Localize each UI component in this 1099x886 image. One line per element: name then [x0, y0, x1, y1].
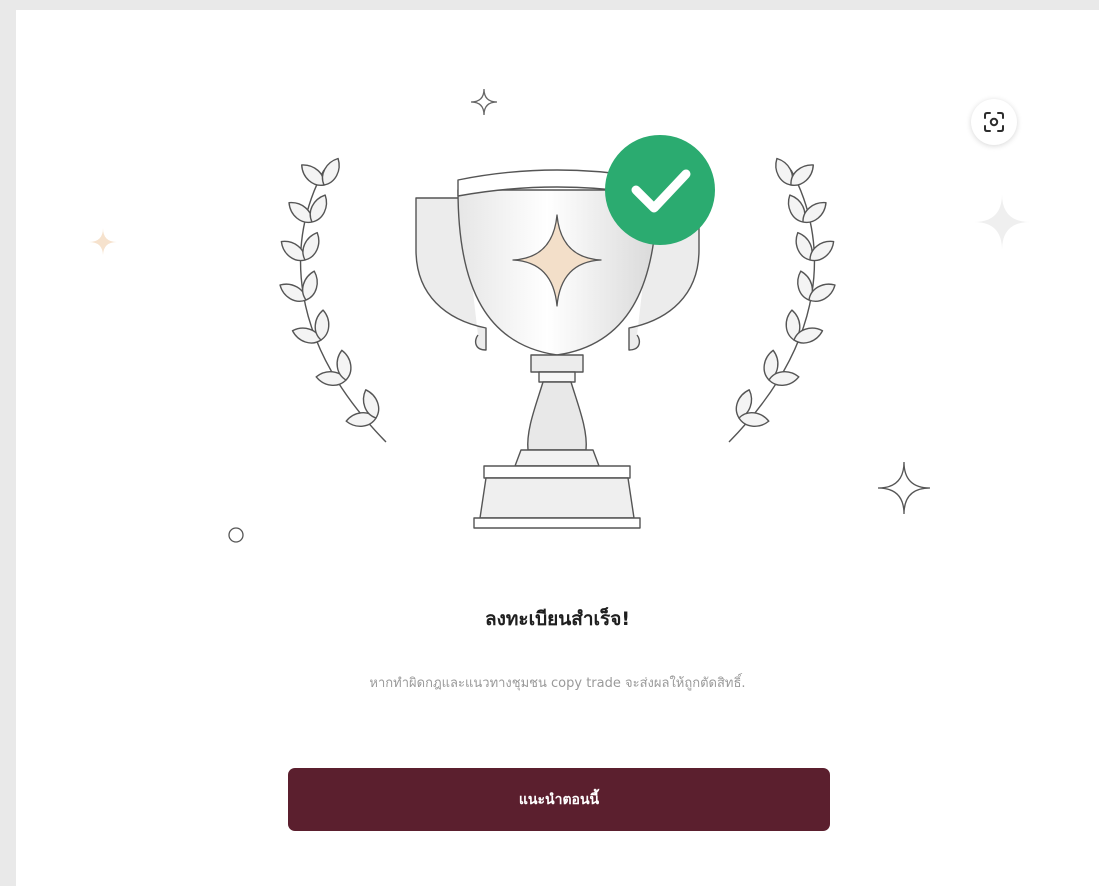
sparkle-icon: [89, 228, 117, 256]
success-subtitle: หากทำผิดกฎและแนวทางชุมชน copy trade จะส่…: [369, 676, 746, 691]
scan-button[interactable]: [971, 99, 1017, 145]
sparkle-icon: [877, 461, 931, 515]
laurel-icon: [723, 153, 842, 443]
scan-icon: [984, 112, 1004, 132]
check-icon: [605, 135, 715, 245]
success-page: ลงทะเบียนสำเร็จ! หากทำผิดกฎและแนวทางชุมช…: [16, 10, 1099, 886]
success-title: ลงทะเบียนสำเร็จ!: [484, 608, 631, 630]
laurel-icon: [274, 153, 393, 443]
sparkle-icon: [470, 88, 498, 116]
sparkle-icon: [974, 194, 1030, 250]
success-illustration: [89, 88, 1030, 543]
recommend-now-button[interactable]: แนะนำตอนนี้: [288, 768, 830, 831]
decor-circle: [228, 527, 244, 543]
